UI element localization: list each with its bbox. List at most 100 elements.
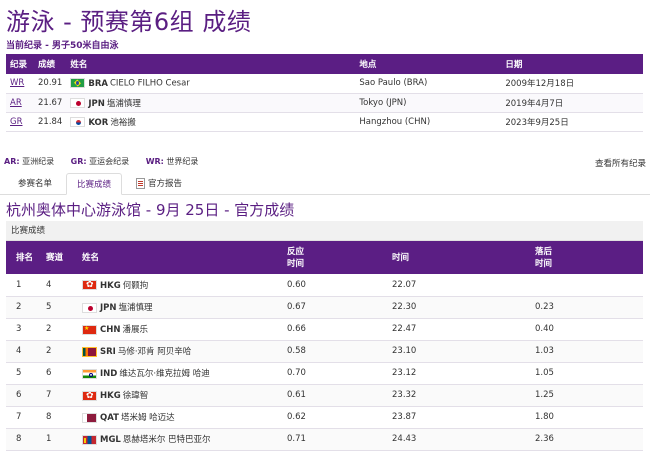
noc-code: HKG <box>100 391 121 401</box>
noc-code: SRI <box>100 347 116 357</box>
result-athlete: HKG徐瑋智 <box>78 384 283 407</box>
record-mark: 21.84 <box>34 112 67 132</box>
record-type-link[interactable]: GR <box>10 117 23 127</box>
results-table: 排名 赛道 姓名 反应时间 时间 落后时间 14HKG何颢拘0.6022.072… <box>6 241 643 451</box>
results-col-reaction-line1: 反应 <box>287 246 305 257</box>
flag-icon <box>82 346 97 357</box>
noc-code: JPN <box>88 98 105 109</box>
flag-icon <box>70 117 86 127</box>
result-rank: 7 <box>6 406 42 429</box>
result-rank: 6 <box>6 384 42 407</box>
result-rank: 2 <box>6 296 42 319</box>
result-athlete: JPN 塩浦慎理 <box>78 296 283 319</box>
results-row: 7 8 QAT 塔米姆 哈迈达 0.62 23.87 1.80 <box>6 406 643 429</box>
result-time: 22.47 <box>388 318 531 341</box>
results-col-reaction: 反应 时间 <box>283 241 388 274</box>
noc-code: CHN <box>100 325 121 335</box>
result-athlete: HKG何颢拘 <box>78 274 283 297</box>
record-place: Tokyo (JPN) <box>355 93 502 113</box>
flag-icon <box>70 98 86 108</box>
record-place: Hangzhou (CHN) <box>355 112 502 132</box>
result-lane: 1 <box>42 428 78 451</box>
results-row: 32CHN潘展乐0.6622.470.40 <box>6 318 643 341</box>
results-row: 14HKG何颢拘0.6022.07 <box>6 274 643 297</box>
results-col-lane: 赛道 <box>42 241 78 274</box>
noc-code: BRA <box>88 78 108 89</box>
result-reaction: 0.66 <box>283 318 388 341</box>
records-col-mark: 成绩 <box>34 54 67 74</box>
result-lane: 2 <box>42 340 78 363</box>
tab-start-list[interactable]: 参赛名单 <box>8 173 62 195</box>
record-mark: 21.67 <box>34 93 67 113</box>
legend-wr-text: 世界纪录 <box>166 157 199 166</box>
records-col-place: 地点 <box>355 54 502 74</box>
flag-icon <box>82 434 97 445</box>
records-col-date: 日期 <box>501 54 643 74</box>
result-athlete: SRI 马修·邓肯 阿贝辛哈 <box>78 340 283 363</box>
record-type-link[interactable]: AR <box>10 98 22 108</box>
records-header-row: 纪录 成绩 姓名 地点 日期 <box>6 54 643 74</box>
result-lane: 7 <box>42 384 78 407</box>
records-col-name: 姓名 <box>66 54 356 74</box>
athlete-name: 塔米姆 哈迈达 <box>120 413 175 423</box>
records-col-type: 纪录 <box>6 54 34 74</box>
athlete-name: 塩浦慎理 <box>118 303 153 313</box>
noc-code: QAT <box>100 413 119 423</box>
athlete-name: 马修·邓肯 阿贝辛哈 <box>117 347 192 357</box>
result-lane: 6 <box>42 362 78 385</box>
result-athlete: MGL 恩赫塔米尔 巴特巴亚尔 <box>78 428 283 451</box>
records-table: 纪录 成绩 姓名 地点 日期 WR 20.91 BRA CIELO FILHO Ces… <box>6 54 643 132</box>
result-athlete: CHN潘展乐 <box>78 318 283 341</box>
records-row: GR 21.84 KOR 池裕搬 Hangzhou (CHN) 2023年9月25日 <box>6 112 643 132</box>
noc-code: IND <box>100 369 118 379</box>
result-reaction: 0.58 <box>283 340 388 363</box>
record-date: 2019年4月7日 <box>501 93 643 113</box>
noc-code: KOR <box>88 117 109 128</box>
flag-icon <box>82 368 97 379</box>
all-records-link[interactable]: 查看所有纪录 <box>595 157 646 169</box>
result-time: 24.43 <box>388 428 531 451</box>
results-header-row: 排名 赛道 姓名 反应 时间 时间 落后 时间 <box>6 241 643 274</box>
results-col-rank: 排名 <box>6 241 42 274</box>
tab-results[interactable]: 比赛成绩 <box>66 173 123 195</box>
results-row: 4 2 SRI 马修·邓肯 阿贝辛哈 0.58 23.10 1.03 <box>6 340 643 363</box>
result-time: 23.87 <box>388 406 531 429</box>
record-type-link[interactable]: WR <box>10 78 24 88</box>
result-lane: 8 <box>42 406 78 429</box>
tab-official-report-label: 官方报告 <box>148 179 183 189</box>
legend-wr-code: WR: <box>145 157 164 166</box>
flag-icon <box>82 390 97 401</box>
result-reaction: 0.60 <box>283 274 388 297</box>
result-time: 23.12 <box>388 362 531 385</box>
results-row: 8 1 MGL 恩赫塔米尔 巴特巴亚尔 0.71 24.43 2.36 <box>6 428 643 451</box>
results-col-name: 姓名 <box>78 241 283 274</box>
athlete-name: 潘展乐 <box>122 325 148 335</box>
result-athlete: QAT 塔米姆 哈迈达 <box>78 406 283 429</box>
result-time: 23.32 <box>388 384 531 407</box>
result-time: 23.10 <box>388 340 531 363</box>
record-holder: KOR 池裕搬 <box>66 112 356 132</box>
result-behind: 1.80 <box>531 406 643 429</box>
result-rank: 4 <box>6 340 42 363</box>
results-row: 5 6 IND 维达瓦尔·维克拉姆 哈迪 0.70 23.12 1.05 <box>6 362 643 385</box>
result-lane: 5 <box>42 296 78 319</box>
record-mark: 20.91 <box>34 74 67 94</box>
athlete-name: 徐瑋智 <box>122 391 149 401</box>
result-time: 22.30 <box>388 296 531 319</box>
venue-title: 杭州奥体中心游泳馆 - 9月 25日 - 官方成绩 <box>6 201 295 219</box>
result-reaction: 0.61 <box>283 384 388 407</box>
legend-ar-text: 亚洲纪录 <box>22 157 55 166</box>
noc-code: JPN <box>100 303 117 313</box>
result-behind <box>531 274 643 297</box>
result-lane: 2 <box>42 318 78 341</box>
record-date: 2023年9月25日 <box>501 112 643 132</box>
flag-icon <box>82 324 97 335</box>
result-behind: 1.25 <box>531 384 643 407</box>
result-time: 22.07 <box>388 274 531 297</box>
results-col-reaction-line2: 时间 <box>287 258 305 269</box>
tab-official-report[interactable]: 官方报告 <box>126 173 192 195</box>
results-col-behind: 落后 时间 <box>531 241 643 274</box>
legend-ar-code: AR: <box>4 157 20 166</box>
result-behind: 2.36 <box>531 428 643 451</box>
records-row: WR 20.91 BRA CIELO FILHO Cesar Sao Paulo (BR… <box>6 74 643 94</box>
